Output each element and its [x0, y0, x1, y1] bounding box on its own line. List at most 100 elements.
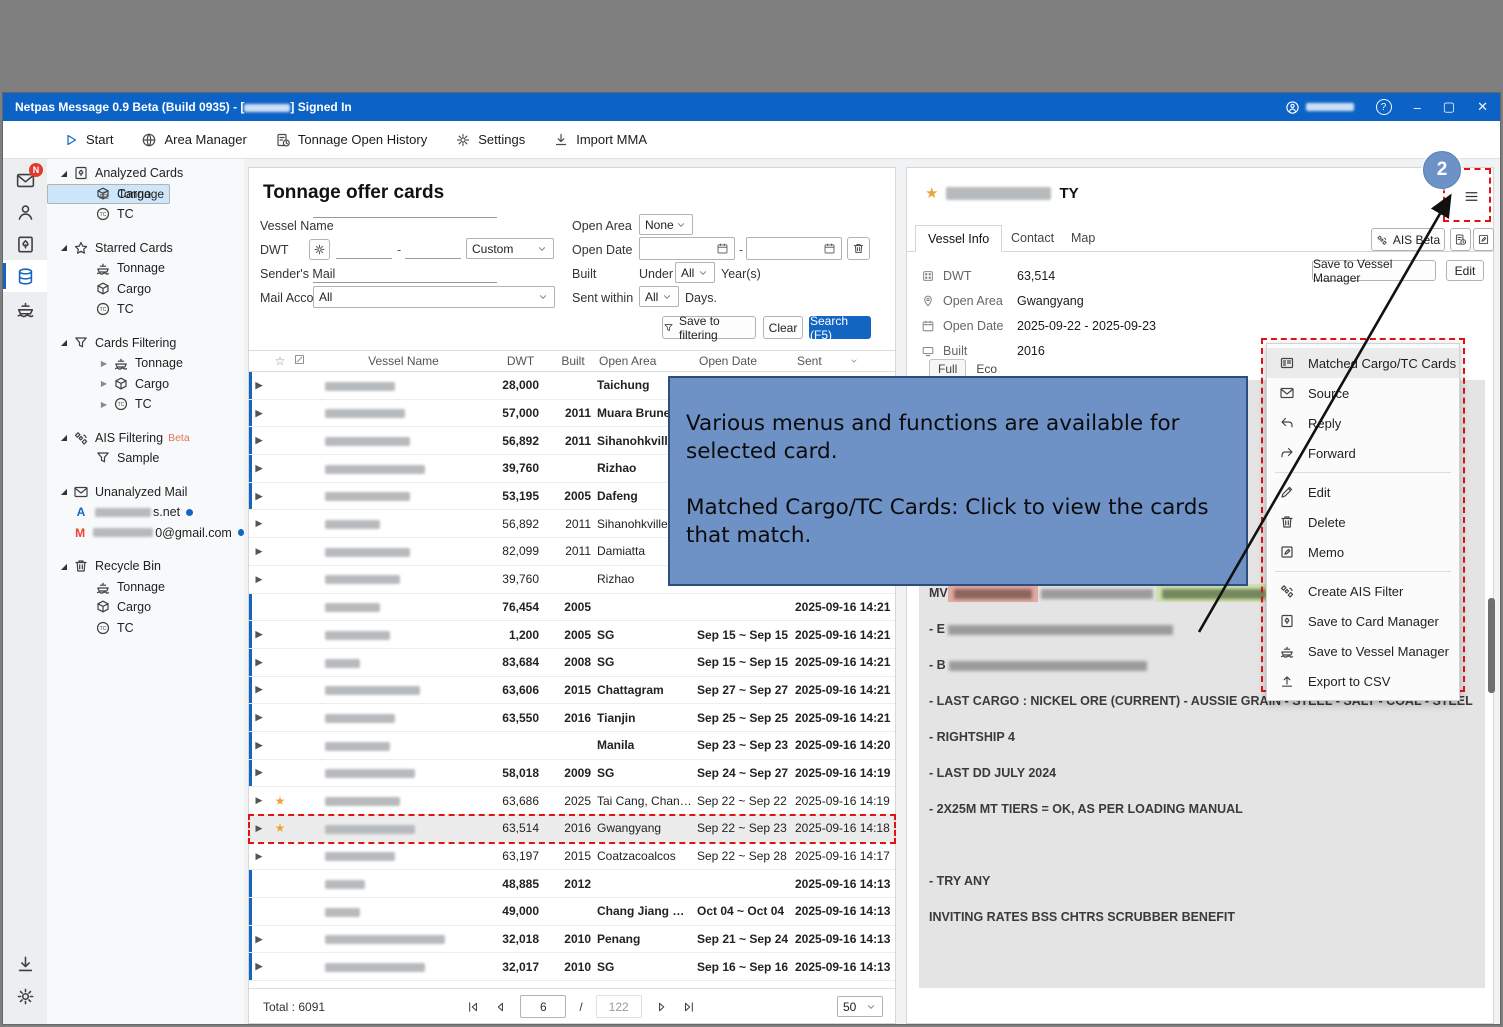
tree-section-cards-filtering[interactable]: ◢Cards Filtering — [47, 333, 244, 354]
senders-mail-input[interactable] — [313, 263, 497, 283]
tree-section-analyzed-cards[interactable]: ◢Analyzed Cards — [47, 163, 244, 184]
open-date-to-input[interactable] — [746, 237, 842, 260]
expand-icon[interactable]: ◢ — [59, 433, 69, 442]
tree-item-tc[interactable]: ▶TCTC — [47, 394, 244, 415]
tree-item-sample[interactable]: Sample — [47, 448, 244, 469]
rail-item-contacts[interactable] — [3, 196, 47, 228]
col-open-date[interactable]: Open Date — [697, 354, 795, 368]
col-dwt[interactable]: DWT — [492, 354, 549, 368]
maximize-button[interactable]: ▢ — [1443, 99, 1455, 115]
ais-beta-button[interactable]: AIS Beta — [1371, 228, 1445, 251]
tree-item-mail-account[interactable]: As.net — [47, 502, 244, 523]
table-row[interactable]: ▶★63,6862025Tai Cang, Chang Jia...Sep 22… — [249, 787, 895, 815]
first-page-icon[interactable] — [466, 1000, 480, 1014]
open-date-clear-button[interactable] — [847, 237, 870, 260]
toolbar-item-settings[interactable]: Settings — [455, 132, 525, 148]
save-to-vessel-manager-button[interactable]: Save to Vessel Manager — [1312, 260, 1436, 281]
menu-item-matched-cargo-tc-cards[interactable]: Matched Cargo/TC Cards — [1267, 348, 1459, 378]
expand-icon[interactable]: ◢ — [59, 338, 69, 347]
tree-item-tc[interactable]: TCTC — [47, 618, 244, 639]
mail-account-select[interactable]: All — [313, 286, 555, 308]
signed-in-user[interactable] — [1285, 100, 1354, 115]
tab-map[interactable]: Map — [1059, 225, 1107, 251]
table-row[interactable]: ▶1,2002005SGSep 15 ~ Sep 152025-09-16 14… — [249, 621, 895, 649]
menu-item-create-ais-filter[interactable]: Create AIS Filter — [1267, 576, 1459, 606]
rail-item-import[interactable] — [3, 948, 47, 980]
tree-item-tc[interactable]: TCTC — [47, 204, 244, 225]
tree-item-cargo[interactable]: ▶Cargo — [47, 374, 244, 395]
toolbar-item-area-manager[interactable]: Area Manager — [141, 132, 246, 148]
table-row[interactable]: 76,45420052025-09-16 14:21 — [249, 594, 895, 622]
expand-icon[interactable]: ◢ — [59, 243, 69, 252]
sent-within-select[interactable]: All — [639, 286, 679, 307]
dwt-settings-button[interactable] — [309, 239, 330, 260]
menu-item-export-to-csv[interactable]: Export to CSV — [1267, 666, 1459, 696]
menu-item-edit[interactable]: Edit — [1267, 477, 1459, 507]
minimize-button[interactable]: – — [1414, 100, 1421, 115]
menu-item-source[interactable]: Source — [1267, 378, 1459, 408]
table-row[interactable]: ▶83,6842008SGSep 15 ~ Sep 152025-09-16 1… — [249, 649, 895, 677]
toolbar-item-start[interactable]: Start — [63, 132, 113, 148]
table-row[interactable]: ▶63,5502016TianjinSep 25 ~ Sep 252025-09… — [249, 704, 895, 732]
tab-vessel-info[interactable]: Vessel Info — [915, 225, 1002, 252]
expand-icon[interactable]: ◢ — [59, 169, 69, 178]
collapsed-icon[interactable]: ▶ — [99, 400, 109, 409]
table-row[interactable]: ▶ManilaSep 23 ~ Sep 232025-09-16 14:20 — [249, 732, 895, 760]
star-icon[interactable]: ★ — [925, 184, 938, 202]
check-column-header[interactable] — [291, 353, 315, 369]
collapsed-icon[interactable]: ▶ — [99, 359, 109, 368]
table-row[interactable]: ▶63,6062015ChattagramSep 27 ~ Sep 272025… — [249, 677, 895, 705]
menu-item-reply[interactable]: Reply — [1267, 408, 1459, 438]
menu-item-memo[interactable]: Memo — [1267, 537, 1459, 567]
col-sent[interactable]: Sent — [795, 354, 895, 368]
vessel-name-input[interactable] — [313, 198, 497, 218]
menu-item-delete[interactable]: Delete — [1267, 507, 1459, 537]
table-row[interactable]: 49,000Chang Jiang KouOct 04 ~ Oct 042025… — [249, 898, 895, 926]
edit-button[interactable]: Edit — [1446, 260, 1484, 281]
dwt-max-input[interactable] — [405, 239, 461, 259]
col-vessel-name[interactable]: Vessel Name — [315, 354, 492, 368]
open-date-from-input[interactable] — [639, 237, 735, 260]
page-size-select[interactable]: 50 — [837, 996, 883, 1017]
prev-page-icon[interactable] — [493, 1000, 507, 1014]
toolbar-item-tonnage-open-history[interactable]: Tonnage Open History — [275, 132, 427, 148]
save-to-filtering-button[interactable]: Save to filtering — [662, 316, 756, 339]
clear-button[interactable]: Clear — [763, 316, 803, 339]
table-row-selected[interactable]: ▶★63,5142016GwangyangSep 22 ~ Sep 232025… — [249, 815, 895, 843]
next-page-icon[interactable] — [655, 1000, 669, 1014]
tree-section-starred-cards[interactable]: ◢Starred Cards — [47, 238, 244, 259]
close-button[interactable]: ✕ — [1477, 99, 1488, 115]
tab-eco[interactable]: Eco — [976, 362, 997, 376]
row-star[interactable]: ★ — [269, 794, 291, 808]
table-row[interactable]: ▶32,0182010PenangSep 21 ~ Sep 242025-09-… — [249, 926, 895, 954]
tab-contact[interactable]: Contact — [999, 225, 1066, 251]
last-page-icon[interactable] — [682, 1000, 696, 1014]
tree-section-ais-filtering[interactable]: ◢AIS FilteringBeta — [47, 428, 244, 449]
tree-item-tonnage[interactable]: Tonnage — [47, 258, 244, 279]
tree-item-tonnage[interactable]: Tonnage — [47, 577, 244, 598]
dwt-min-input[interactable] — [336, 239, 392, 259]
filter-dropdown-icon[interactable] — [849, 356, 859, 366]
rail-item-settings[interactable] — [3, 980, 47, 1012]
toolbar-item-import-mma[interactable]: Import MMA — [553, 132, 647, 148]
open-history-button[interactable] — [1450, 228, 1471, 251]
rail-item-cards[interactable] — [3, 228, 47, 260]
open-area-select[interactable]: None — [639, 214, 693, 235]
rail-item-card-manager[interactable] — [3, 260, 47, 292]
expand-icon[interactable]: ◢ — [59, 562, 69, 571]
table-row[interactable]: 48,88520122025-09-16 14:13 — [249, 870, 895, 898]
rail-item-vessel-manager[interactable] — [3, 292, 47, 324]
tree-item-tonnage[interactable]: ▶Tonnage — [47, 353, 244, 374]
scrollbar-thumb[interactable] — [1488, 598, 1495, 693]
tree-item-cargo[interactable]: Cargo — [47, 184, 244, 205]
table-row[interactable]: ▶58,0182009SGSep 24 ~ Sep 272025-09-16 1… — [249, 760, 895, 788]
star-column-header[interactable]: ☆ — [269, 354, 291, 368]
search-button[interactable]: Search (F5) — [809, 316, 871, 339]
rail-item-mail[interactable]: N — [3, 164, 47, 196]
tree-item-tc[interactable]: TCTC — [47, 299, 244, 320]
collapsed-icon[interactable]: ▶ — [99, 379, 109, 388]
col-open-area[interactable]: Open Area — [597, 354, 697, 368]
table-row[interactable]: ▶63,1972015CoatzacoalcosSep 22 ~ Sep 282… — [249, 843, 895, 871]
col-built[interactable]: Built — [549, 354, 597, 368]
table-row[interactable]: ▶32,0172010SGSep 16 ~ Sep 162025-09-16 1… — [249, 953, 895, 981]
